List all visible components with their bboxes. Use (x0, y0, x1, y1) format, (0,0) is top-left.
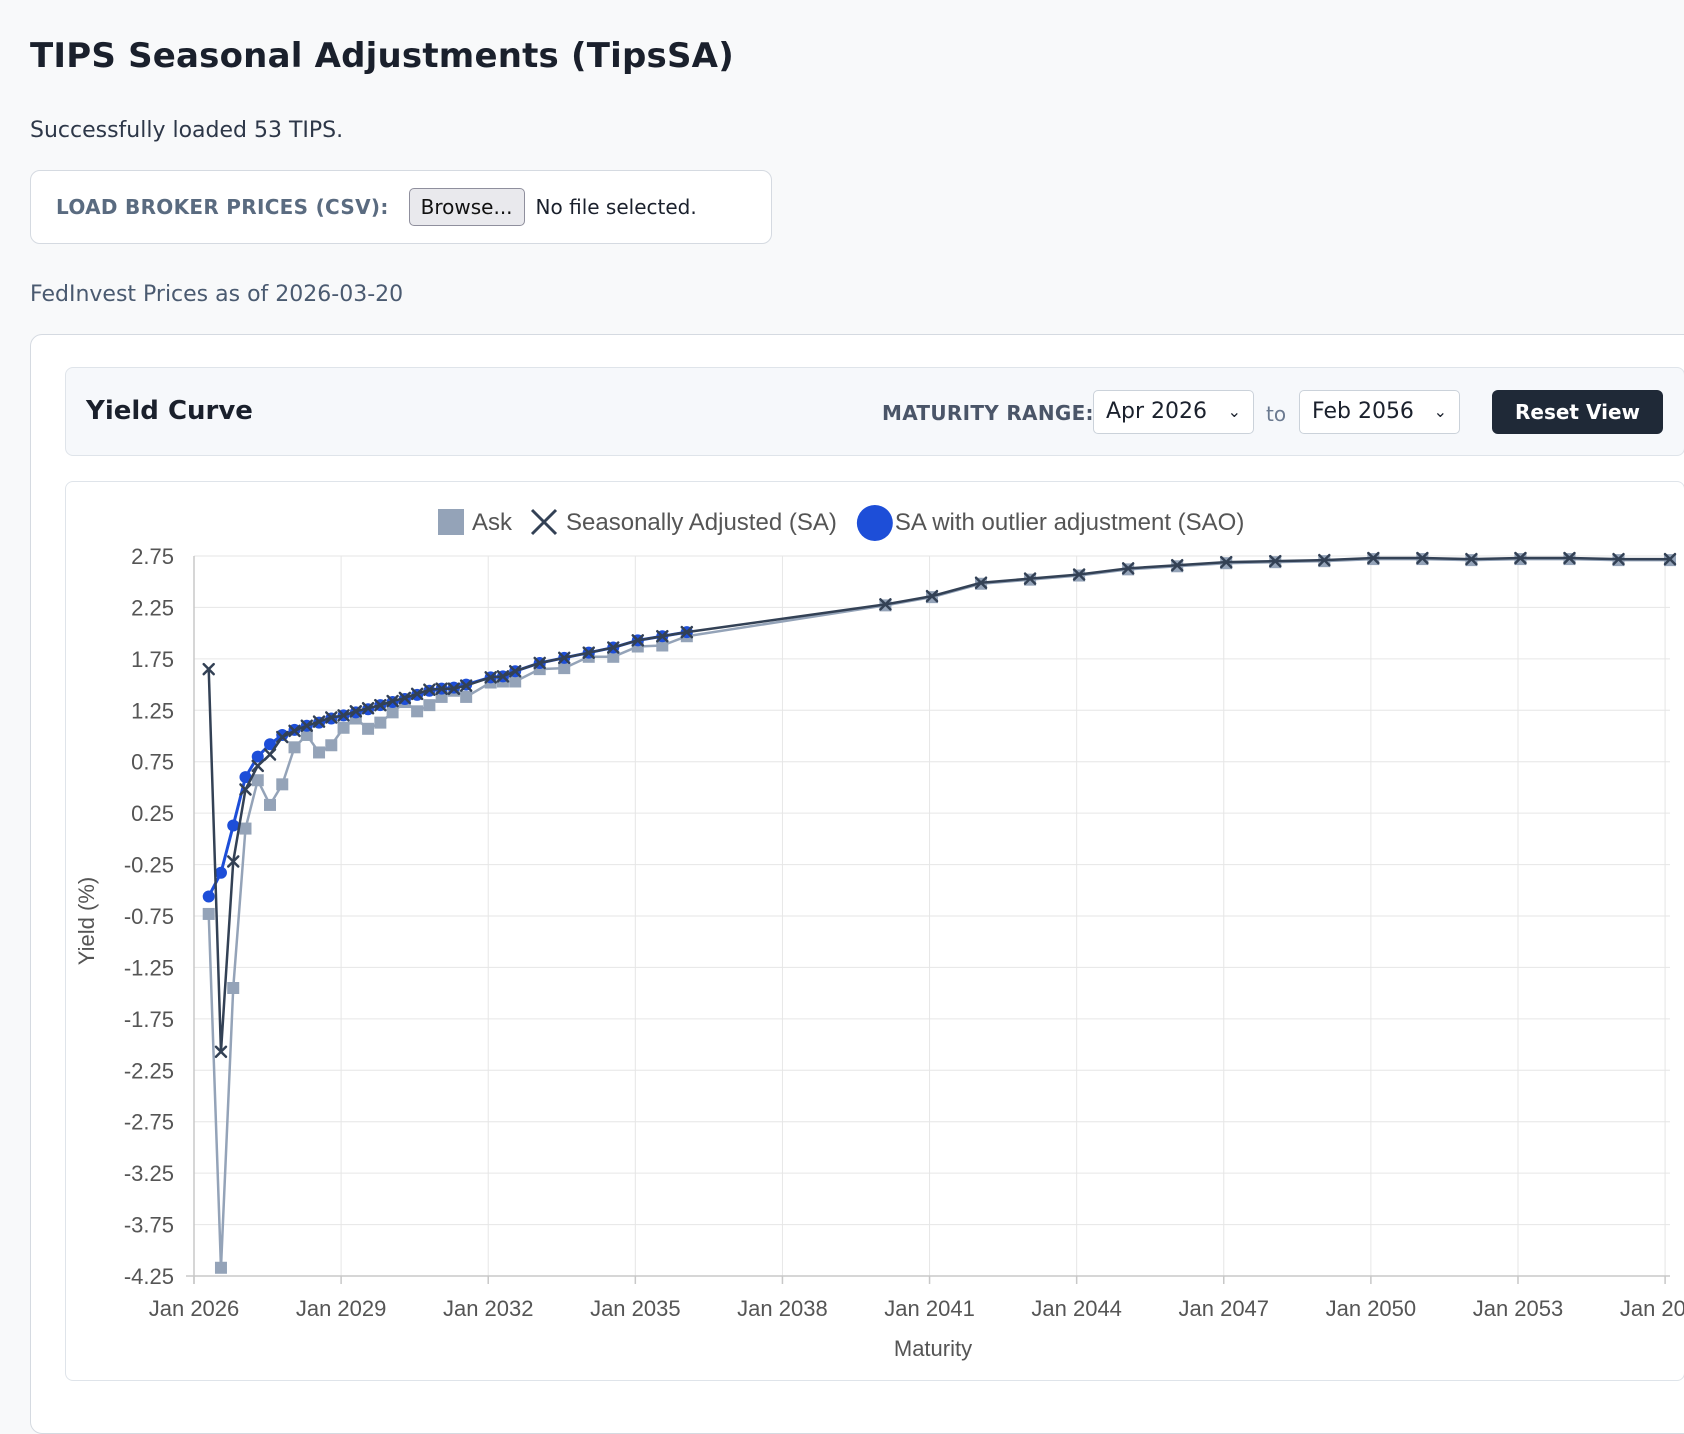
series-line (207, 557, 1670, 1270)
y-tick-label: -1.25 (124, 955, 174, 980)
y-tick-label: -4.25 (124, 1264, 174, 1289)
data-point-ask (325, 739, 338, 752)
reset-view-button[interactable]: Reset View (1492, 390, 1663, 434)
series-ask (202, 553, 1676, 1274)
x-tick-label: Jan 2035 (590, 1296, 681, 1321)
browse-file-button[interactable]: Browse... (408, 188, 525, 226)
load-broker-prices-panel: LOAD BROKER PRICES (CSV): Browse... No f… (30, 170, 772, 244)
y-tick-label: 2.25 (131, 595, 174, 620)
data-point-ask (509, 675, 522, 688)
data-point-ask (337, 721, 350, 734)
chevron-down-icon: ⌄ (1227, 402, 1241, 421)
data-point-ask (288, 741, 301, 754)
series-line (207, 630, 688, 898)
series-sao (202, 626, 693, 903)
maturity-range-from-select[interactable]: Apr 2026 ⌄ (1093, 390, 1254, 434)
x-tick-label: Jan 2053 (1473, 1296, 1564, 1321)
x-tick-label: Jan 2032 (443, 1296, 534, 1321)
x-tick-label: Jan 2056 (1620, 1296, 1684, 1321)
legend-item-ask: Ask (438, 509, 513, 536)
y-tick-label: -0.75 (124, 904, 174, 929)
x-tick-label: Jan 2038 (737, 1296, 828, 1321)
y-tick-label: -3.25 (124, 1161, 174, 1186)
chart-legend: Ask Seasonally Adjusted (SA) SA with outli… (438, 505, 1244, 541)
data-point-ask (227, 982, 240, 994)
data-point-ask (362, 722, 375, 735)
grid-lines (193, 555, 1670, 1277)
maturity-range-to-select[interactable]: Feb 2056 ⌄ (1299, 390, 1460, 434)
data-point-ask (313, 746, 326, 759)
x-tick-label: Jan 2041 (884, 1296, 975, 1321)
series-sa (202, 551, 1677, 1059)
y-tick-label: -1.75 (124, 1007, 174, 1032)
y-tick-label: -3.75 (124, 1213, 174, 1238)
y-tick-label: 1.25 (131, 698, 174, 723)
data-point-ask (214, 1261, 227, 1274)
y-tick-label: -2.75 (124, 1110, 174, 1135)
data-point-sa (263, 748, 277, 761)
legend-swatch-circle (856, 505, 893, 541)
data-point-ask (423, 699, 436, 712)
legend-item-sao: SA with outlier adjustment (SAO) (856, 505, 1244, 541)
y-tick-label: -2.25 (124, 1058, 174, 1083)
data-point-ask (374, 716, 387, 729)
x-axis-title: Maturity (894, 1336, 972, 1361)
data-point-ask (460, 690, 473, 703)
fedinvest-price-date: FedInvest Prices as of 2026-03-20 (30, 282, 404, 307)
chevron-down-icon: ⌄ (1433, 402, 1447, 421)
data-point-sao (214, 866, 227, 879)
yield-curve-chart[interactable]: 2.75 2.25 1.75 1.25 0.75 0.25 -0.25 -0.75 -1.25 -… (66, 482, 1684, 1382)
maturity-range-from-value: Apr 2026 (1106, 399, 1208, 424)
y-tick-label: -0.25 (124, 853, 174, 878)
legend-label: Ask (472, 509, 513, 536)
maturity-range-to-value: Feb 2056 (1312, 399, 1414, 424)
data-point-ask (558, 662, 571, 675)
data-point-ask (386, 706, 399, 719)
legend-label: Seasonally Adjusted (SA) (566, 509, 837, 536)
maturity-range-label: MATURITY RANGE: (882, 401, 1094, 425)
data-point-ask (264, 798, 277, 811)
chart-plot-card: 2.75 2.25 1.75 1.25 0.75 0.25 -0.25 -0.75 -1.25 -… (65, 481, 1684, 1381)
data-point-sao (202, 890, 215, 903)
data-point-ask (411, 705, 424, 718)
chart-title: Yield Curve (86, 396, 253, 426)
y-tick-label: 2.75 (131, 544, 174, 569)
data-point-ask (239, 822, 252, 835)
data-point-ask (276, 778, 289, 791)
chart-header: Yield Curve MATURITY RANGE: Apr 2026 ⌄ t… (65, 367, 1684, 456)
load-broker-prices-label: LOAD BROKER PRICES (CSV): (56, 195, 389, 219)
x-tick-label: Jan 2044 (1031, 1296, 1122, 1321)
range-to-label: to (1266, 402, 1287, 426)
x-tick-label: Jan 2029 (296, 1296, 387, 1321)
legend-swatch-x (530, 508, 558, 536)
y-tick-label: 0.25 (131, 801, 174, 826)
y-axis-title: Yield (%) (74, 877, 99, 965)
load-status-message: Successfully loaded 53 TIPS. (30, 118, 344, 143)
page-title: TIPS Seasonal Adjustments (TipsSA) (30, 36, 734, 76)
legend-swatch-square (438, 509, 464, 535)
x-tick-label: Jan 2026 (149, 1296, 240, 1321)
y-tick-label: 0.75 (131, 750, 174, 775)
legend-label: SA with outlier adjustment (SAO) (895, 509, 1244, 536)
x-tick-label: Jan 2047 (1179, 1296, 1270, 1321)
file-selection-status: No file selected. (535, 195, 697, 219)
data-point-ask (202, 907, 215, 920)
legend-item-sa: Seasonally Adjusted (SA) (530, 508, 837, 536)
y-tick-label: 1.75 (131, 647, 174, 672)
series-line (207, 556, 1670, 1054)
x-tick-label: Jan 2050 (1326, 1296, 1417, 1321)
